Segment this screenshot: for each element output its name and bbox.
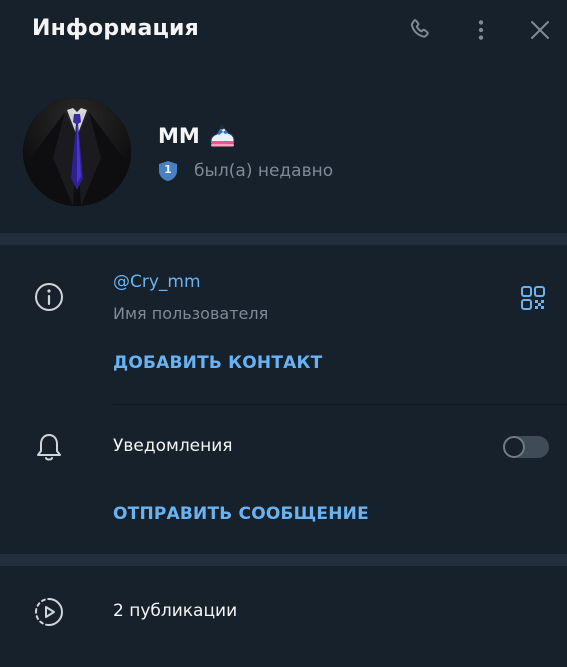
send-message-button[interactable]: ОТПРАВИТЬ СООБЩЕНИЕ bbox=[113, 504, 369, 524]
header: Информация bbox=[0, 0, 567, 62]
call-button[interactable] bbox=[404, 14, 436, 46]
info-section: @Cry_mm Имя пользователя ДОБАВИТЬ КОНТАК… bbox=[0, 245, 567, 554]
profile-name-row: ММ bbox=[158, 123, 236, 149]
info-panel: Информация ММ 1 был(а) недавно @Cry_mm И… bbox=[0, 0, 567, 667]
more-menu-button[interactable] bbox=[465, 14, 497, 46]
shield-badge-icon: 1 bbox=[158, 160, 178, 182]
qr-code-button[interactable] bbox=[520, 285, 546, 311]
notifications-label: Уведомления bbox=[113, 436, 233, 456]
sneaker-emoji-icon bbox=[210, 124, 235, 147]
close-button[interactable] bbox=[524, 14, 556, 46]
username-caption: Имя пользователя bbox=[113, 304, 269, 323]
more-vertical-icon bbox=[478, 20, 484, 40]
close-icon bbox=[531, 21, 549, 39]
profile-section: ММ 1 был(а) недавно bbox=[0, 62, 567, 233]
stories-icon bbox=[35, 598, 63, 626]
posts-section[interactable]: 2 публикации bbox=[0, 566, 567, 667]
profile-status-row: 1 был(а) недавно bbox=[158, 160, 333, 182]
section-separator bbox=[0, 233, 567, 245]
avatar-image bbox=[23, 98, 131, 206]
row-divider bbox=[113, 404, 567, 405]
publications-count[interactable]: 2 публикации bbox=[113, 601, 237, 621]
add-contact-button[interactable]: ДОБАВИТЬ КОНТАКТ bbox=[113, 353, 322, 373]
section-separator bbox=[0, 554, 567, 566]
toggle-knob bbox=[503, 436, 525, 458]
panel-title: Информация bbox=[32, 16, 199, 41]
username-link[interactable]: @Cry_mm bbox=[113, 272, 201, 292]
phone-icon bbox=[410, 19, 429, 38]
shield-badge-number: 1 bbox=[164, 163, 172, 176]
info-icon bbox=[35, 283, 63, 311]
avatar[interactable] bbox=[23, 98, 131, 206]
notifications-toggle[interactable] bbox=[503, 436, 549, 458]
bell-icon bbox=[37, 434, 61, 461]
qr-code-icon bbox=[521, 286, 545, 310]
profile-status: был(а) недавно bbox=[194, 161, 334, 181]
profile-name: ММ bbox=[158, 124, 200, 148]
